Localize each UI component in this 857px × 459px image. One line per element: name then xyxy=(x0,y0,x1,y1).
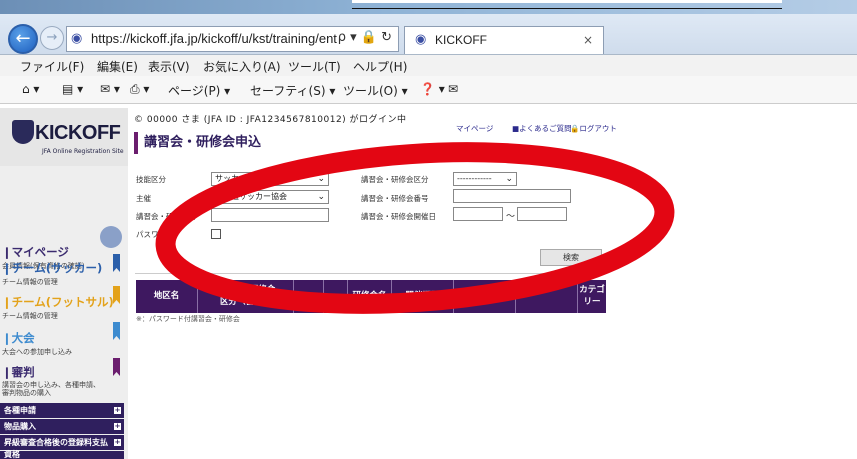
plus-icon: + xyxy=(114,406,121,414)
jfa-emblem-icon xyxy=(12,120,34,144)
sidebar-item-tournament[interactable]: ❙大会 大会への参加申し込み xyxy=(2,322,126,357)
mail-icon[interactable]: ✉ ▾ xyxy=(100,82,120,96)
feeds-icon[interactable]: ▤ ▾ xyxy=(62,82,83,96)
title-highlight xyxy=(352,0,782,3)
research-icon[interactable]: ✉ xyxy=(448,82,458,96)
sponsor-label: 主催 xyxy=(136,194,151,203)
back-button[interactable]: ← xyxy=(8,24,38,54)
tools-menu[interactable]: ツール(O) ▾ xyxy=(343,82,408,99)
sidebar-item-label: ❙チーム(フットサル) xyxy=(2,295,114,309)
tab-title: KICKOFF xyxy=(435,33,488,47)
login-status: © 00000 さま (JFA ID : JFA1234567810012) が… xyxy=(134,115,407,125)
sidebar-item-desc: チーム情報の管理 xyxy=(2,278,58,286)
print-icon[interactable]: ⎙ ▾ xyxy=(130,82,149,97)
sidebar-item-team-futsal[interactable]: ❙チーム(フットサル) チーム情報の管理 xyxy=(2,286,126,321)
sidebar-item-label: 昇級審査合格後の登録料支払 xyxy=(4,438,108,447)
annotation-ellipse xyxy=(155,142,675,314)
sidebar-item-label: ❙チーム(サッカー) xyxy=(2,261,103,275)
site-favicon-icon: ◉ xyxy=(71,31,83,46)
sidebar-item-label: ❙大会 xyxy=(2,331,35,345)
sidebar-item-label: ❙審判 xyxy=(2,365,35,379)
sidebar-item-referee[interactable]: ❙審判 講習会の申し込み、各種申請、審判物品の購入 xyxy=(2,358,126,398)
address-tools-icon[interactable]: ρ ▾ 🔒 ↻ xyxy=(338,30,392,45)
menu-help[interactable]: ヘルプ(H) xyxy=(353,58,407,75)
tab-kickoff[interactable]: ◉ KICKOFF × xyxy=(404,26,604,54)
page-menu[interactable]: ページ(P) ▾ xyxy=(168,82,230,99)
address-url[interactable]: https://kickoff.jfa.jp/kickoff/u/kst/tra… xyxy=(91,31,337,46)
sidebar-item-desc: 大会への参加申し込み xyxy=(2,348,72,356)
menu-view[interactable]: 表示(V) xyxy=(148,58,190,75)
menu-bar: ファイル(F) 編集(E) 表示(V) お気に入り(A) ツール(T) ヘルプ(… xyxy=(0,55,857,76)
menu-file[interactable]: ファイル(F) xyxy=(20,58,84,75)
browser-navbar: ← → ◉ https://kickoff.jfa.jp/kickoff/u/k… xyxy=(0,14,857,55)
forward-button[interactable]: → xyxy=(40,26,64,50)
logo-subtitle: JFA Online Registration Site xyxy=(42,148,124,155)
address-bar[interactable]: ◉ https://kickoff.jfa.jp/kickoff/u/kst/t… xyxy=(66,26,399,52)
plus-icon: + xyxy=(114,422,121,430)
sidebar-item-label: 資格 xyxy=(4,450,20,459)
sidebar-item-goods[interactable]: 物品購入 + xyxy=(0,419,124,434)
sidebar-item-desc: チーム情報の管理 xyxy=(2,312,58,320)
logout-link[interactable]: 🔒ログアウト xyxy=(570,123,617,134)
sidebar-item-fee-payment[interactable]: 昇級審査合格後の登録料支払 + xyxy=(0,435,124,450)
annotation-ellipse-stroke xyxy=(155,142,675,314)
sidebar-item-applications[interactable]: 各種申請 + xyxy=(0,403,124,418)
mypage-link[interactable]: マイページ xyxy=(456,123,493,134)
tab-favicon-icon: ◉ xyxy=(415,32,427,47)
sidebar-item-team-soccer[interactable]: ❙チーム(サッカー) チーム情報の管理 xyxy=(2,254,126,287)
plus-icon: + xyxy=(114,438,121,446)
sidebar-item-label: 物品購入 xyxy=(4,422,36,431)
sidebar-item-label: 各種申請 xyxy=(4,406,36,415)
home-icon[interactable]: ⌂ ▾ xyxy=(22,82,39,96)
help-icon[interactable]: ❓ ▾ xyxy=(420,82,445,96)
sidebar: KICKOFF JFA Online Registration Site ❙マイ… xyxy=(0,108,128,459)
faq-link[interactable]: ■よくあるご質問 xyxy=(512,123,572,134)
logo-text: KICKOFF xyxy=(35,122,121,144)
command-bar: ⌂ ▾ ▤ ▾ ✉ ▾ ⎙ ▾ ページ(P) ▾ セーフティ(S) ▾ ツール(… xyxy=(0,76,857,104)
logo-area[interactable]: KICKOFF JFA Online Registration Site xyxy=(0,108,128,166)
close-icon[interactable]: × xyxy=(583,33,593,47)
menu-favorites[interactable]: お気に入り(A) xyxy=(203,58,281,75)
title-rule xyxy=(352,8,782,9)
safety-menu[interactable]: セーフティ(S) ▾ xyxy=(250,82,335,99)
sidebar-item-desc: 講習会の申し込み、各種申請、審判物品の購入 xyxy=(2,381,100,398)
menu-edit[interactable]: 編集(E) xyxy=(97,58,138,75)
menu-tools[interactable]: ツール(T) xyxy=(288,58,341,75)
mypage-badge-icon xyxy=(100,226,122,248)
sidebar-item-qualification[interactable]: 資格 xyxy=(0,451,124,459)
